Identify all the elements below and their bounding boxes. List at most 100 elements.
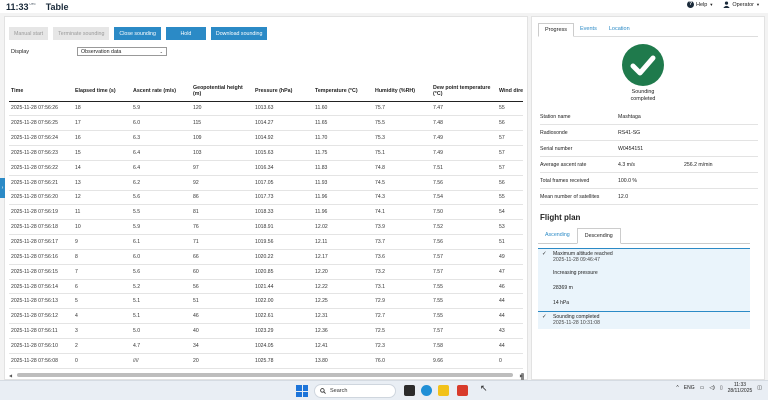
table-cell: 109 bbox=[191, 130, 253, 147]
table-row[interactable]: 2025-11-28 07:56:10 2 4.7 34 1024.05 12.41 72.… bbox=[9, 338, 523, 354]
table-cell: 0 bbox=[497, 353, 523, 369]
sounding-status: Sounding completed bbox=[630, 89, 656, 102]
column-header[interactable]: Ascent rate (m/s) bbox=[131, 81, 191, 102]
table-row[interactable]: 2025-11-28 07:56:25 17 6.0 115 1014.27 11.65 7… bbox=[9, 115, 523, 132]
help-label: Help bbox=[696, 1, 708, 8]
table-cell: 7.57 bbox=[431, 249, 497, 265]
table-cell: 7.56 bbox=[431, 175, 497, 191]
table-cell: 8 bbox=[73, 249, 131, 265]
hold-button[interactable]: Hold bbox=[165, 27, 206, 40]
display-selected-value: Observation data bbox=[81, 48, 122, 55]
table-cell: 75.5 bbox=[373, 115, 431, 132]
column-header[interactable]: Pressure (hPa) bbox=[253, 81, 313, 102]
table-cell: 6.0 bbox=[131, 249, 191, 265]
system-tray: ^ ENG ▭ ◁) ▯ 11:33 28/11/2025 ◫ bbox=[676, 382, 762, 394]
tab-ascending[interactable]: Ascending bbox=[538, 228, 577, 243]
language-indicator[interactable]: ENG bbox=[684, 385, 695, 391]
column-header[interactable]: Geopotential height (m) bbox=[191, 81, 253, 102]
table-cell: 2025-11-28 07:56:17 bbox=[9, 234, 73, 250]
table-row[interactable]: 2025-11-28 07:56:23 15 6.4 103 1015.63 11.75 7… bbox=[9, 145, 523, 161]
table-cell: 11 bbox=[73, 204, 131, 221]
app-icon[interactable] bbox=[457, 385, 468, 396]
table-row[interactable]: 2025-11-28 07:56:13 5 5.1 51 1022.00 12.25 72.… bbox=[9, 293, 523, 310]
operator-menu[interactable]: Operator ▼ bbox=[723, 1, 760, 8]
table-cell: 6.2 bbox=[131, 175, 191, 191]
display-select[interactable]: Observation data ⌄ bbox=[77, 47, 167, 56]
table-cell: 1018.91 bbox=[253, 219, 313, 236]
terminate-sounding-button[interactable]: Terminate sounding bbox=[53, 27, 110, 40]
table-row[interactable]: 2025-11-28 07:56:19 11 5.5 81 1018.33 11.96 74… bbox=[9, 204, 523, 221]
column-header[interactable]: Elapsed time (s) bbox=[73, 81, 131, 102]
table-row[interactable]: 2025-11-28 07:56:12 4 5.1 46 1022.61 12.31 72.… bbox=[9, 308, 523, 325]
table-cell: 12.20 bbox=[313, 264, 373, 280]
table-row[interactable]: 2025-11-28 07:56:14 6 5.2 56 1021.44 12.22 73.… bbox=[9, 279, 523, 295]
table-cell: 0 bbox=[73, 353, 131, 369]
column-header[interactable]: Temperature (°C) bbox=[313, 81, 373, 102]
table-row[interactable]: 2025-11-28 07:56:17 9 6.1 71 1019.56 12.11 73.… bbox=[9, 234, 523, 250]
edge-icon[interactable] bbox=[421, 385, 432, 396]
scroll-right-icon[interactable]: ▶ bbox=[520, 373, 523, 378]
table-row[interactable]: 2025-11-28 07:56:15 7 5.6 60 1020.85 12.20 73.… bbox=[9, 264, 523, 280]
table-row[interactable]: 2025-11-28 07:56:22 14 6.4 97 1016.34 11.83 74… bbox=[9, 160, 523, 176]
task-view-icon[interactable] bbox=[404, 385, 415, 396]
column-header[interactable]: Humidity (%RH) bbox=[373, 81, 431, 102]
taskbar-clock[interactable]: 11:33 28/11/2025 bbox=[728, 382, 753, 394]
table-cell: 2025-11-28 07:56:10 bbox=[9, 338, 73, 354]
close-sounding-button[interactable]: Close sounding bbox=[114, 27, 161, 40]
table-row[interactable]: 2025-11-28 07:56:24 16 6.3 109 1014.92 11.70 7… bbox=[9, 130, 523, 147]
event-max-altitude[interactable]: ✓ Maximum altitude reached 2025-11-28 09… bbox=[538, 249, 750, 266]
table-panel: Manual start Terminate sounding Close so… bbox=[4, 16, 528, 382]
table-cell: 2025-11-28 07:56:14 bbox=[9, 279, 73, 295]
event-sounding-completed[interactable]: ✓ Sounding completed 2025-11-28 10:31:08 bbox=[538, 311, 750, 329]
notification-icon[interactable]: ◫ bbox=[757, 385, 762, 391]
help-menu[interactable]: ? Help ▼ bbox=[687, 1, 713, 8]
table-cell: 2 bbox=[73, 338, 131, 354]
table-cell: 1014.92 bbox=[253, 130, 313, 147]
column-header[interactable]: Dew point temperature (°C) bbox=[431, 81, 497, 102]
network-icon[interactable]: ▭ bbox=[700, 385, 705, 391]
table-row[interactable]: 2025-11-28 07:56:08 0////20 1025.78 13.80 76… bbox=[9, 353, 523, 369]
table-row[interactable]: 2025-11-28 07:56:21 13 6.2 92 1017.05 11.93 74… bbox=[9, 175, 523, 191]
tab-location[interactable]: Location bbox=[603, 23, 636, 36]
column-header[interactable]: Time bbox=[9, 81, 73, 102]
tab-progress[interactable]: Progress bbox=[538, 23, 575, 37]
table-cell: 66 bbox=[191, 249, 253, 265]
taskbar-search[interactable]: Search bbox=[314, 384, 396, 398]
tab-events[interactable]: Events bbox=[574, 23, 603, 36]
battery-icon[interactable]: ▯ bbox=[720, 385, 723, 391]
volume-icon[interactable]: ◁) bbox=[709, 385, 715, 391]
table-cell: 2025-11-28 07:56:25 bbox=[9, 115, 73, 132]
table-cell: 55 bbox=[497, 190, 523, 206]
table-cell: 75.3 bbox=[373, 130, 431, 147]
table-row[interactable]: 2025-11-28 07:56:16 8 6.0 66 1020.22 12.17 73.… bbox=[9, 249, 523, 265]
table-cell: 73.1 bbox=[373, 279, 431, 295]
table-cell: 76 bbox=[191, 219, 253, 236]
horizontal-scrollbar[interactable] bbox=[17, 373, 513, 377]
download-sounding-button[interactable]: Download sounding bbox=[210, 27, 268, 40]
table-cell: 75.7 bbox=[373, 101, 431, 117]
search-icon bbox=[320, 388, 326, 394]
chevron-up-icon[interactable]: ^ bbox=[676, 385, 678, 391]
table-cell: 2025-11-28 07:56:18 bbox=[9, 219, 73, 236]
manual-start-button[interactable]: Manual start bbox=[9, 27, 49, 40]
toolbar: Manual start Terminate sounding Close so… bbox=[9, 27, 268, 40]
table-row[interactable]: 2025-11-28 07:56:20 12 5.6 86 1017.73 11.96 74… bbox=[9, 190, 523, 206]
check-circle-icon bbox=[622, 44, 664, 86]
side-panel-toggle[interactable]: › bbox=[0, 178, 5, 198]
info-row: Serial number W0454151 bbox=[540, 141, 758, 157]
column-header[interactable]: Wind dire bbox=[497, 81, 523, 102]
table-cell: 11.96 bbox=[313, 190, 373, 206]
table-cell: 72.5 bbox=[373, 323, 431, 339]
windows-start-icon[interactable] bbox=[296, 385, 308, 397]
table-cell: 6.0 bbox=[131, 115, 191, 132]
table-row[interactable]: 2025-11-28 07:56:18 10 5.9 76 1018.91 12.02 73… bbox=[9, 219, 523, 236]
table-cell: 16 bbox=[73, 130, 131, 147]
table-row[interactable]: 2025-11-28 07:56:11 3 5.0 40 1023.29 12.36 72.… bbox=[9, 323, 523, 339]
file-explorer-icon[interactable] bbox=[438, 385, 449, 396]
tab-descending[interactable]: Descending bbox=[576, 228, 621, 244]
scroll-left-icon[interactable]: ◀ bbox=[9, 373, 12, 378]
table-cell: 11.93 bbox=[313, 175, 373, 191]
page-title: Table bbox=[45, 1, 69, 12]
table-row[interactable]: 2025-11-28 07:56:26 18 5.9 120 1013.63 11.60 7… bbox=[9, 101, 523, 117]
flight-plan-tabs: Ascending Descending bbox=[538, 228, 750, 244]
